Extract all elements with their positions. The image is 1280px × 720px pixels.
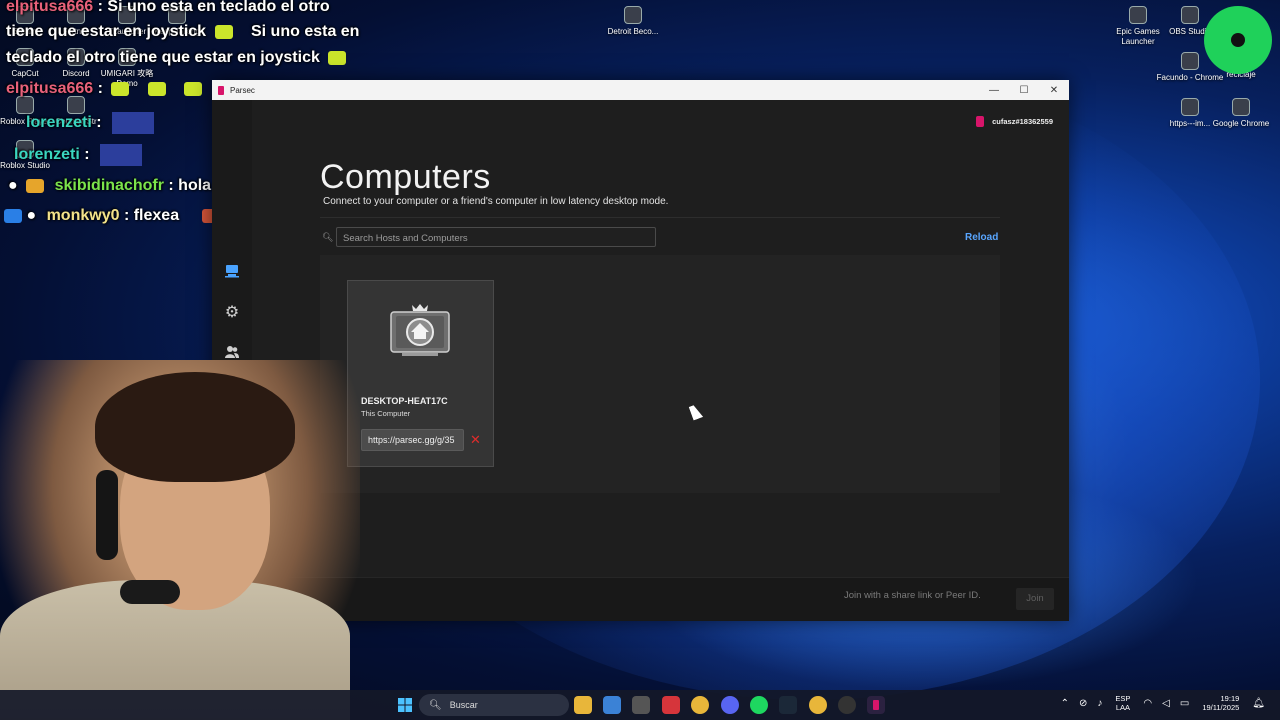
notification-icon[interactable]: 🔔︎ [1252, 698, 1265, 709]
maximize-button[interactable]: ☐ [1009, 80, 1039, 100]
search-icon: 🔍︎ [429, 699, 442, 711]
office-icon[interactable] [662, 696, 680, 714]
share-link-field[interactable]: https://parsec.gg/g/35 [361, 429, 464, 451]
reload-button[interactable]: Reload [965, 232, 998, 243]
steam-icon[interactable] [779, 696, 797, 714]
chevron-up-icon[interactable]: ⌃ [1061, 698, 1069, 709]
gear-icon: ⚙ [224, 304, 240, 321]
minimize-button[interactable]: — [979, 80, 1009, 100]
start-button[interactable] [396, 696, 414, 714]
search-field[interactable] [336, 227, 656, 248]
chat-message: teclado el otro tiene que estar en joyst… [6, 49, 347, 67]
revoke-link-icon[interactable]: ✕ [470, 432, 481, 448]
windows-icon [398, 698, 412, 712]
divider [320, 217, 1000, 218]
headset [96, 470, 118, 560]
emote-icon [184, 81, 203, 96]
prime-badge-icon [4, 208, 22, 223]
page-subtitle: Connect to your computer or a friend's c… [323, 196, 669, 207]
computer-card[interactable]: DESKTOP-HEAT17C This Computer https://pa… [347, 280, 494, 467]
parsec-taskbar-icon[interactable] [867, 696, 885, 714]
discord-icon[interactable] [721, 696, 739, 714]
crown-badge-icon [26, 179, 45, 193]
join-button[interactable]: Join [1016, 588, 1054, 610]
friends-icon [225, 346, 239, 358]
parsec-logo-icon [218, 85, 224, 95]
search-input[interactable] [337, 229, 655, 248]
volume-icon[interactable]: ◁ [1162, 698, 1170, 709]
emote-icon [111, 81, 130, 96]
system-tray: ⌃ ⊘ ♪ ESP LAA ◠ ◁ ▭ 19:19 19/11/2025 🔔︎ [1056, 694, 1270, 712]
desktop-icon-google-chrome[interactable]: Google Chrome [1204, 98, 1278, 129]
network-off-icon[interactable]: ⊘ [1079, 698, 1087, 709]
battery-icon[interactable]: ▭ [1180, 698, 1189, 709]
search-icon: 🔍︎ [322, 232, 334, 242]
emote-icon [147, 81, 166, 96]
monitor-icon [225, 265, 239, 278]
emote-icon [214, 24, 233, 39]
emote-icon [112, 112, 155, 134]
join-input[interactable]: Join with a share link or Peer ID. [844, 590, 1008, 608]
chrome-icon [1181, 52, 1199, 70]
microphone [120, 580, 180, 604]
account-username: cufasz#18362559 [992, 117, 1053, 126]
chat-message: lorenzeti : [6, 112, 155, 134]
file-explorer-icon[interactable] [574, 696, 592, 714]
computer-status: This Computer [361, 409, 411, 418]
language-indicator[interactable]: ESP LAA [1115, 694, 1130, 712]
obs-icon[interactable] [838, 696, 856, 714]
window-controls: — ☐ ✕ [979, 80, 1069, 100]
computers-panel: DESKTOP-HEAT17C This Computer https://pa… [320, 255, 1000, 493]
chat-message: lorenzeti : [6, 144, 143, 166]
webcam-person-hair [95, 372, 295, 482]
stream-overlay-circle [1204, 6, 1272, 74]
sidebar-item-computers[interactable] [221, 260, 243, 282]
store-icon[interactable] [632, 696, 650, 714]
chrome-icon[interactable] [691, 696, 709, 714]
host-computer-icon [390, 304, 450, 356]
microphone-icon[interactable]: ♪ [1097, 698, 1102, 709]
spotify-icon[interactable] [750, 696, 768, 714]
chat-message: ● skibidinachofr : hola [6, 176, 244, 196]
sidebar-item-settings[interactable]: ⚙ [221, 301, 243, 323]
file-icon [1181, 98, 1199, 116]
page-title: Computers [320, 158, 491, 196]
chat-message: ● monkwy0 : flexea [4, 207, 220, 225]
chat-message: tiene que estar en joystick Si uno esta … [6, 23, 360, 40]
wifi-icon[interactable]: ◠ [1143, 698, 1152, 709]
emote-icon [100, 144, 143, 166]
taskbar: 🔍︎ Buscar ⌃ ⊘ ♪ ESP LAA ◠ ◁ ▭ 19:19 19/1… [0, 690, 1280, 720]
emote-icon [328, 50, 347, 65]
obs-icon [1181, 6, 1199, 24]
computer-name: DESKTOP-HEAT17C [361, 396, 448, 406]
chrome-icon[interactable] [809, 696, 827, 714]
taskbar-search[interactable]: 🔍︎ Buscar [419, 694, 569, 716]
clock[interactable]: 19:19 19/11/2025 [1202, 694, 1239, 712]
close-button[interactable]: ✕ [1039, 80, 1069, 100]
parsec-logo-icon [976, 116, 985, 127]
app-icon[interactable] [603, 696, 621, 714]
desktop-icon-detroit[interactable]: Detroit Beco... [596, 6, 670, 37]
window-titlebar[interactable]: Parsec — ☐ ✕ [212, 80, 1069, 100]
chat-message: elpitusa666 : Si uno esta en teclado el … [6, 0, 330, 15]
epic-games-icon [1129, 6, 1147, 24]
chrome-icon [1232, 98, 1250, 116]
account-menu[interactable]: cufasz#18362559 [976, 116, 1053, 127]
chat-message: elpitusa666 : [6, 80, 239, 98]
game-icon [624, 6, 642, 24]
window-title: Parsec [230, 85, 255, 95]
join-bar: Join with a share link or Peer ID. Join [252, 577, 1069, 621]
